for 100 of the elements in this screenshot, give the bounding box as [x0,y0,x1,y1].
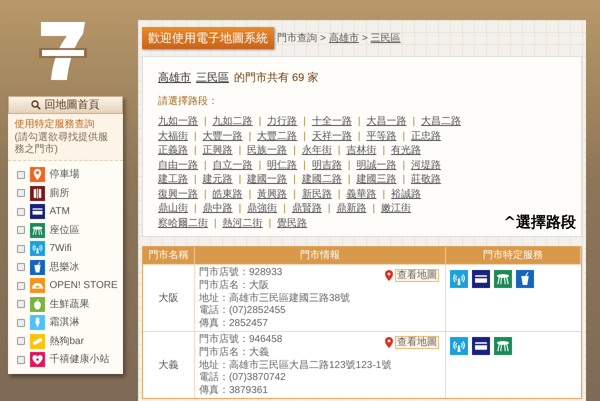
road-separator: | [402,158,406,173]
road-link[interactable]: 正興路 [202,143,233,158]
road-link[interactable]: 九如一路 [158,114,198,130]
road-link[interactable]: 熱河二街 [222,216,263,231]
road-separator: | [214,216,217,231]
service-label: ATM [50,205,70,220]
store-info-line: 傳真：3879361 [199,385,268,398]
city-link[interactable]: 高雄市 [158,70,191,86]
road-link[interactable]: 建工路 [158,172,188,188]
road-separator: | [248,188,252,202]
road-link[interactable]: 正忠路 [411,128,442,144]
road-link[interactable]: 自由一路 [158,158,198,173]
road-link[interactable]: 明仁路 [267,158,298,173]
service-checkbox[interactable] [16,263,24,272]
road-link[interactable]: 鼎強街 [247,201,278,216]
service-label: 熱狗bar [50,334,84,349]
road-link[interactable]: 義華路 [346,186,376,202]
service-label: 生鮮蔬果 [50,298,90,312]
service-checkbox[interactable] [16,226,24,234]
view-map-button[interactable]: 查看地圖 [395,269,439,282]
road-link[interactable]: 新民路 [302,186,332,202]
road-link[interactable]: 吉林街 [346,143,376,158]
road-separator: | [402,173,406,188]
service-label: 停車場 [50,168,80,182]
road-link[interactable]: 永年街 [302,143,332,158]
service-checkbox[interactable] [16,208,24,216]
road-link[interactable]: 大豐一路 [202,128,243,144]
service-label: OPEN! STORE [50,279,118,294]
breadcrumb-separator: > [362,32,368,46]
road-separator: | [283,202,286,216]
service-checkbox[interactable] [16,356,24,364]
road-separator: | [303,115,306,130]
road-link[interactable]: 裕誠路 [391,186,422,202]
road-link[interactable]: 大昌一路 [366,114,406,130]
service-label: 7Wifi [50,242,72,256]
road-link[interactable]: 復興一路 [158,186,198,202]
road-link[interactable]: 察哈爾二街 [158,216,208,231]
breadcrumb-link[interactable]: 高雄市 [328,30,359,46]
road-link[interactable]: 皓東路 [212,186,243,202]
store-info-line: 地址：高雄市三民區大昌二路123號123-1號 [199,360,392,372]
road-separator: | [338,188,340,202]
service-label: 廁所 [50,186,70,201]
road-link[interactable]: 十全一路 [312,114,352,130]
store-info-line: 電話：(07)3870742 [199,372,286,384]
road-link[interactable]: 建國三路 [356,172,396,188]
view-map-button[interactable]: 查看地圖 [395,336,439,349]
road-link[interactable]: 力行路 [267,114,298,130]
road-link[interactable]: 鼎山街 [158,201,188,216]
service-checkbox[interactable] [16,189,24,198]
breadcrumb-link[interactable]: 三民區 [370,30,401,46]
road-link[interactable]: 黃興路 [257,186,288,202]
road-link[interactable]: 鼎賢路 [292,201,322,216]
road-link[interactable]: 建國一路 [247,172,288,188]
road-link[interactable]: 嫩江街 [381,201,412,216]
map-pin-icon [385,270,393,281]
breadcrumb-text: 門市查詢 [277,32,317,46]
service-checkbox[interactable] [16,300,24,308]
road-separator: | [268,216,272,231]
road-link[interactable]: 鼎中路 [202,201,233,216]
road-link[interactable]: 大福街 [158,128,188,144]
road-link[interactable]: 正義路 [158,143,188,158]
road-link[interactable]: 民族一路 [247,143,288,158]
road-separator: | [238,144,242,158]
service-checkbox[interactable] [16,244,24,253]
road-link[interactable]: 九如二路 [212,114,253,130]
service-checkbox[interactable] [16,318,24,327]
service-checkbox[interactable] [16,282,24,290]
road-separator: | [238,173,242,188]
road-link[interactable]: 大昌二路 [421,114,462,130]
road-separator: | [293,144,296,158]
road-link[interactable]: 鼎新路 [336,201,366,216]
service-label: 千禧健康小站 [50,352,110,368]
road-link[interactable]: 建元路 [202,172,233,188]
store-info-line: 地址：高雄市三民區建國三路38號 [199,292,350,304]
road-link[interactable]: 覺民路 [277,216,308,231]
road-link[interactable]: 自立一路 [212,158,253,173]
road-link[interactable]: 大豐二路 [257,128,298,144]
service-label: 座位區 [50,224,80,238]
road-separator: | [348,158,350,173]
store-info-line: 門市店名：大義 [199,346,269,360]
road-separator: | [382,144,386,158]
road-link[interactable]: 明誠一路 [356,158,396,173]
seven-logo-drawing [39,20,89,82]
road-separator: | [238,202,242,216]
road-link[interactable]: 河堤路 [411,158,442,173]
road-link[interactable]: 天祥一路 [312,128,352,144]
home-map-button[interactable]: 回地圖首頁 [8,96,122,114]
road-link[interactable]: 莊敬路 [411,172,442,188]
road-link[interactable]: 建國二路 [302,172,342,188]
district-link[interactable]: 三民區 [196,70,229,86]
column-header: 門市情報 [195,247,446,264]
road-link[interactable]: 明吉路 [312,158,342,173]
service-checkbox[interactable] [16,337,24,346]
road-link[interactable]: 有光路 [391,143,422,158]
road-separator: | [248,130,252,144]
road-separator: | [293,173,296,188]
service-checkbox[interactable] [16,170,24,179]
road-link[interactable]: 平等路 [366,128,396,144]
road-separator: | [194,144,197,158]
road-separator: | [382,188,386,202]
